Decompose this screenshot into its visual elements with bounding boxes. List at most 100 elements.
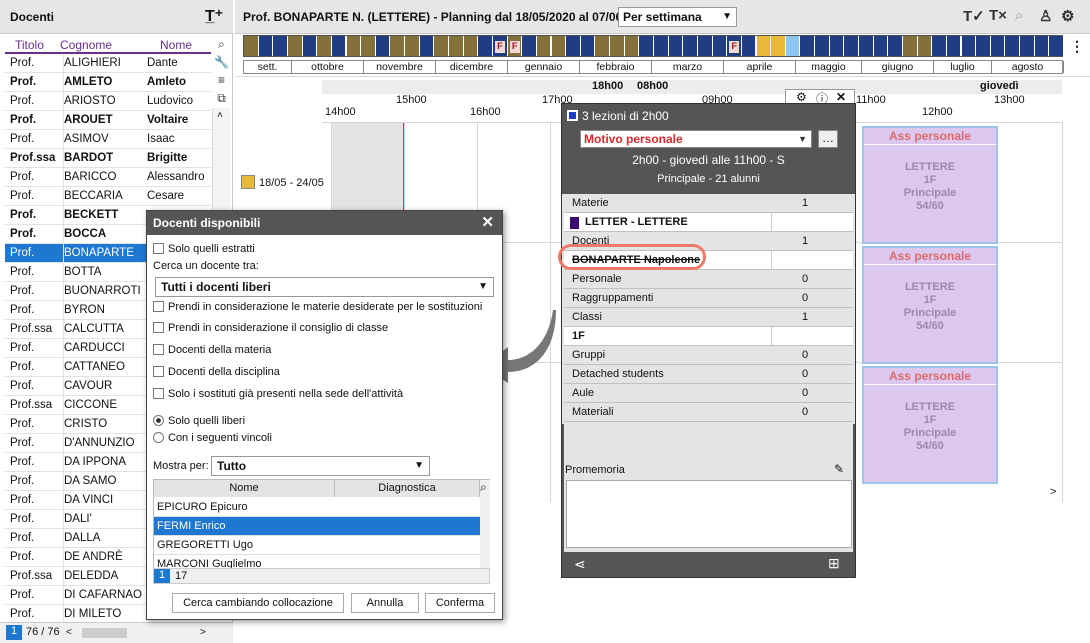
resource-row[interactable]: Aule 0 <box>564 384 853 403</box>
show-for-select[interactable]: Tutto ▼ <box>211 456 430 476</box>
table-row[interactable]: GREGORETTI Ugo <box>154 536 480 555</box>
week-cell[interactable] <box>595 36 610 56</box>
week-cell[interactable] <box>1020 36 1034 56</box>
week-cell[interactable] <box>888 36 902 56</box>
close-icon[interactable]: ✕ <box>836 90 846 104</box>
week-cell[interactable] <box>361 36 375 56</box>
week-cell[interactable] <box>639 36 653 56</box>
absence-slot[interactable]: Ass personale LETTERE 1F Principale 54/60 <box>862 126 998 244</box>
week-cell[interactable] <box>566 36 580 56</box>
list-icon[interactable]: ≡ <box>214 73 229 88</box>
wrench-icon[interactable]: 🔧 <box>214 55 229 70</box>
option-checkbox-3[interactable]: Docenti della disciplina <box>153 366 280 378</box>
column-diagnostica[interactable]: Diagnostica <box>335 480 480 497</box>
week-cell[interactable] <box>434 36 448 56</box>
teacher-row[interactable]: Prof. AMLETO Amleto <box>5 73 211 92</box>
resource-row[interactable]: Gruppi 0 <box>564 346 853 365</box>
week-cell[interactable] <box>273 36 287 56</box>
motive-select[interactable]: Motivo personale ▼ <box>580 130 812 148</box>
week-cell[interactable] <box>346 36 361 56</box>
week-cell[interactable] <box>1034 36 1049 56</box>
week-cell[interactable] <box>287 36 302 56</box>
week-cell[interactable] <box>551 36 566 56</box>
period-select[interactable]: Per settimana ▼ <box>618 7 737 27</box>
radio-constraints[interactable]: Con i seguenti vincoli <box>153 432 272 444</box>
option-checkbox-0[interactable]: Prendi in considerazione le materie desi… <box>153 301 482 313</box>
teacher-row[interactable]: Prof. BECCARIA Cesare <box>5 187 211 206</box>
resource-row[interactable]: Materiali 0 <box>564 403 853 422</box>
gear-icon[interactable]: ⚙ <box>1061 7 1074 25</box>
column-cognome[interactable]: Cognome <box>60 38 112 52</box>
search-among-select[interactable]: Tutti i docenti liberi ▼ <box>155 277 494 297</box>
more-icon[interactable]: ⋮ <box>1070 38 1084 55</box>
week-cell[interactable] <box>844 36 858 56</box>
week-cell[interactable] <box>478 36 492 56</box>
page-number[interactable]: 1 <box>154 569 170 583</box>
teacher-row[interactable]: Prof. ARIOSTO Ludovico <box>5 92 211 111</box>
week-cell[interactable] <box>258 36 273 56</box>
week-cell[interactable] <box>741 36 756 56</box>
week-cell[interactable] <box>536 36 551 56</box>
week-cell[interactable] <box>683 36 697 56</box>
scroll-left-icon[interactable]: < <box>66 627 72 638</box>
search-icon[interactable]: ⌕ <box>214 37 229 52</box>
copy-icon[interactable]: ⧉ <box>214 91 229 106</box>
week-cell[interactable] <box>932 36 946 56</box>
confirm-button[interactable]: Conferma <box>425 593 495 613</box>
week-cell[interactable] <box>800 36 815 56</box>
week-cell[interactable] <box>668 36 683 56</box>
teacher-row[interactable]: Prof. ALIGHIERI Dante <box>5 54 211 73</box>
edit-icon[interactable]: ✎ <box>834 462 844 476</box>
teacher-row[interactable]: Prof. ASIMOV Isaac <box>5 130 211 149</box>
week-cell[interactable] <box>976 36 990 56</box>
person-icon[interactable]: ♙ <box>1039 7 1052 25</box>
page-number[interactable]: 1 <box>6 625 22 640</box>
extract-icon[interactable]: T̲⁺ <box>205 6 227 28</box>
resource-row[interactable]: Classi 1 <box>564 308 853 327</box>
resource-row[interactable]: Materie 1 <box>564 194 853 213</box>
teacher-row[interactable]: Prof. AROUET Voltaire <box>5 111 211 130</box>
week-cell[interactable] <box>610 36 624 56</box>
resource-row[interactable]: Detached students 0 <box>564 365 853 384</box>
week-cell[interactable] <box>1005 36 1020 56</box>
week-cell[interactable] <box>712 36 727 56</box>
week-cell[interactable] <box>1049 36 1063 56</box>
gear-icon[interactable]: ⚙ <box>796 90 807 104</box>
search-change-location-button[interactable]: Cerca cambiando collocazione <box>172 593 344 613</box>
week-cell[interactable] <box>756 36 771 56</box>
absence-slot[interactable]: Ass personale LETTERE 1F Principale 54/60 <box>862 246 998 364</box>
week-cell[interactable] <box>317 36 331 56</box>
option-checkbox-2[interactable]: Docenti della materia <box>153 344 271 356</box>
week-cell[interactable] <box>522 36 536 56</box>
close-icon[interactable]: ✕ <box>481 211 494 235</box>
week-cell[interactable] <box>990 36 1005 56</box>
absence-slot[interactable]: Ass personale LETTERE 1F Principale 54/60 <box>862 366 998 484</box>
week-cell[interactable] <box>463 36 478 56</box>
scroll-right-icon[interactable]: > <box>1050 486 1056 498</box>
week-cell[interactable] <box>815 36 829 56</box>
week-cell[interactable] <box>873 36 888 56</box>
memo-textarea[interactable] <box>566 480 852 548</box>
week-cell[interactable] <box>624 36 639 56</box>
week-cell[interactable] <box>390 36 405 56</box>
resource-row[interactable]: 1F <box>564 327 853 346</box>
teacher-row[interactable]: Prof.ssa BARDOT Brigitte <box>5 149 211 168</box>
week-cell[interactable] <box>859 36 873 56</box>
week-cell[interactable] <box>375 36 390 56</box>
column-titolo[interactable]: Titolo <box>15 38 44 52</box>
week-cell[interactable] <box>829 36 844 56</box>
week-cell[interactable] <box>902 36 917 56</box>
teacher-row[interactable]: Prof. BARICCO Alessandro <box>5 168 211 187</box>
resource-row[interactable]: Personale 0 <box>564 270 853 289</box>
cancel-button[interactable]: Annulla <box>351 593 419 613</box>
week-cell[interactable] <box>419 36 434 56</box>
resource-row[interactable]: Raggruppamenti 0 <box>564 289 853 308</box>
week-cell[interactable] <box>405 36 419 56</box>
week-cell[interactable] <box>785 36 800 56</box>
week-cell[interactable] <box>449 36 463 56</box>
teacher-remove-icon[interactable]: T× <box>989 7 1007 24</box>
search-icon[interactable]: ⌕ <box>1015 7 1023 24</box>
scroll-up-icon[interactable]: ˄ <box>217 110 223 121</box>
scroll-right-icon[interactable]: > <box>200 627 206 638</box>
week-cell[interactable] <box>302 36 317 56</box>
